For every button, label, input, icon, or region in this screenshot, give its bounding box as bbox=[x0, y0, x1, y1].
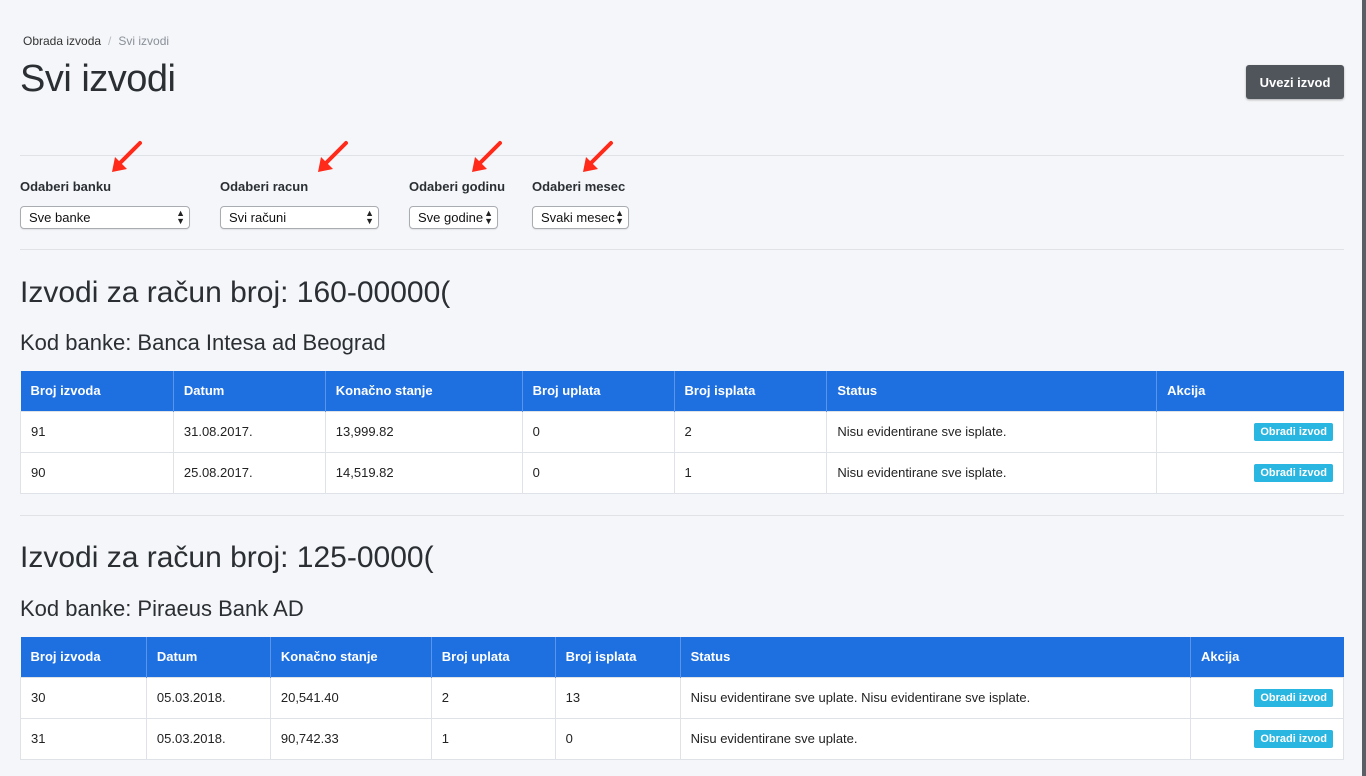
table-row: 90 25.08.2017. 14,519.82 0 1 Nisu eviden… bbox=[20, 451, 1344, 494]
cell-number: 31 bbox=[20, 717, 147, 760]
cell-date: 25.08.2017. bbox=[172, 451, 326, 494]
cell-number: 90 bbox=[20, 451, 174, 494]
column-header: Datum bbox=[173, 371, 326, 411]
updown-caret-icon: ▲ ▼ bbox=[615, 208, 624, 226]
cell-number: 91 bbox=[20, 410, 174, 453]
cell-payments-out: 13 bbox=[554, 676, 681, 719]
cell-balance: 20,541.40 bbox=[269, 676, 432, 719]
bank-filter-label: Odaberi banku bbox=[20, 179, 112, 194]
divider bbox=[20, 515, 1344, 516]
column-header: Broj isplata bbox=[555, 637, 681, 677]
cell-status: Nisu evidentirane sve uplate. Nisu evide… bbox=[679, 676, 1192, 719]
cell-action: Obradi izvod bbox=[1156, 451, 1344, 494]
cell-status: Nisu evidentirane sve isplate. bbox=[826, 451, 1158, 494]
bank-select[interactable]: Sve banke ▲ ▼ bbox=[20, 206, 190, 229]
column-header: Broj uplata bbox=[522, 371, 675, 411]
table-header-row: Broj izvoda Datum Konačno stanje Broj up… bbox=[20, 637, 1344, 677]
redaction-mask bbox=[433, 543, 444, 576]
cell-date: 31.08.2017. bbox=[172, 410, 326, 453]
account-filter-label: Odaberi racun bbox=[220, 179, 309, 194]
column-header: Status bbox=[680, 637, 1192, 677]
bank-code-title: Kod banke: Piraeus Bank AD bbox=[20, 596, 304, 621]
year-select-value: Sve godine bbox=[418, 210, 484, 225]
table-row: 30 05.03.2018. 20,541.40 2 13 Nisu evide… bbox=[20, 676, 1344, 719]
account-section-title-text: Izvodi za račun broj: 160-00000( bbox=[20, 276, 451, 309]
process-statement-button[interactable]: Obradi izvod bbox=[1254, 422, 1333, 441]
account-section-title-text: Izvodi za račun broj: 125-0000( bbox=[20, 541, 434, 574]
updown-caret-icon: ▲ ▼ bbox=[176, 208, 185, 226]
column-header: Konačno stanje bbox=[325, 371, 523, 411]
cell-action: Obradi izvod bbox=[1190, 717, 1344, 760]
column-header: Akcija bbox=[1190, 637, 1344, 677]
account-select-value: Svi računi bbox=[229, 210, 287, 225]
red-arrow-icon bbox=[318, 141, 348, 172]
month-filter-label: Odaberi mesec bbox=[532, 179, 626, 194]
table-header-row: Broj izvoda Datum Konačno stanje Broj up… bbox=[20, 371, 1344, 411]
cell-balance: 14,519.82 bbox=[324, 451, 523, 494]
bank-code-title: Kod banke: Banca Intesa ad Beograd bbox=[20, 330, 386, 355]
red-arrow-icon bbox=[472, 141, 502, 172]
column-header: Status bbox=[826, 371, 1158, 411]
cell-number: 30 bbox=[20, 676, 147, 719]
red-arrow-icon bbox=[583, 141, 613, 172]
redaction-mask bbox=[450, 278, 651, 311]
breadcrumb-current: Svi izvodi bbox=[118, 34, 170, 48]
column-header: Konačno stanje bbox=[270, 637, 432, 677]
column-header: Broj isplata bbox=[674, 371, 828, 411]
month-select[interactable]: Svaki mesec ▲ ▼ bbox=[532, 206, 629, 229]
breadcrumb-parent-link[interactable]: Obrada izvoda bbox=[23, 34, 101, 48]
cell-payments-in: 2 bbox=[430, 676, 556, 719]
cell-payments-out: 0 bbox=[554, 717, 681, 760]
cell-balance: 13,999.82 bbox=[324, 410, 523, 453]
month-select-value: Svaki mesec bbox=[541, 210, 615, 225]
column-header: Broj izvoda bbox=[20, 371, 174, 411]
divider bbox=[20, 249, 1344, 250]
cell-payments-in: 1 bbox=[430, 717, 556, 760]
statements-table: Broj izvoda Datum Konačno stanje Broj up… bbox=[20, 637, 1344, 760]
updown-caret-icon: ▲ ▼ bbox=[484, 208, 493, 226]
red-arrow-icon bbox=[112, 141, 142, 172]
column-header: Akcija bbox=[1156, 371, 1344, 411]
cell-balance: 90,742.33 bbox=[269, 717, 432, 760]
account-section-title: Izvodi za račun broj: 125-0000( bbox=[20, 541, 444, 576]
cell-action: Obradi izvod bbox=[1190, 676, 1344, 719]
process-statement-button[interactable]: Obradi izvod bbox=[1254, 688, 1333, 707]
breadcrumb: Obrada izvoda / Svi izvodi bbox=[23, 34, 169, 48]
cell-payments-in: 0 bbox=[521, 410, 675, 453]
cell-status: Nisu evidentirane sve uplate. bbox=[679, 717, 1192, 760]
account-section-title: Izvodi za račun broj: 160-00000( bbox=[20, 276, 651, 311]
import-statement-button[interactable]: Uvezi izvod bbox=[1246, 65, 1344, 99]
divider bbox=[20, 155, 1344, 156]
table-row: 91 31.08.2017. 13,999.82 0 2 Nisu eviden… bbox=[20, 410, 1344, 453]
bank-select-value: Sve banke bbox=[29, 210, 91, 225]
cell-date: 05.03.2018. bbox=[145, 717, 271, 760]
column-header: Datum bbox=[146, 637, 271, 677]
year-select[interactable]: Sve godine ▲ ▼ bbox=[409, 206, 498, 229]
cell-action: Obradi izvod bbox=[1156, 410, 1344, 453]
table-row: 31 05.03.2018. 90,742.33 1 0 Nisu eviden… bbox=[20, 717, 1344, 760]
cell-payments-in: 0 bbox=[521, 451, 675, 494]
cell-date: 05.03.2018. bbox=[145, 676, 271, 719]
column-header: Broj izvoda bbox=[20, 637, 147, 677]
column-header: Broj uplata bbox=[431, 637, 556, 677]
process-statement-button[interactable]: Obradi izvod bbox=[1254, 729, 1333, 748]
year-filter-label: Odaberi godinu bbox=[409, 179, 506, 194]
page-title: Svi izvodi bbox=[20, 58, 176, 100]
statements-table: Broj izvoda Datum Konačno stanje Broj up… bbox=[20, 371, 1344, 494]
account-select[interactable]: Svi računi ▲ ▼ bbox=[220, 206, 379, 229]
breadcrumb-separator: / bbox=[108, 34, 112, 48]
cell-payments-out: 1 bbox=[673, 451, 828, 494]
cell-payments-out: 2 bbox=[673, 410, 828, 453]
window-edge bbox=[1362, 0, 1366, 776]
cell-status: Nisu evidentirane sve isplate. bbox=[826, 410, 1158, 453]
updown-caret-icon: ▲ ▼ bbox=[365, 208, 374, 226]
process-statement-button[interactable]: Obradi izvod bbox=[1254, 463, 1333, 482]
